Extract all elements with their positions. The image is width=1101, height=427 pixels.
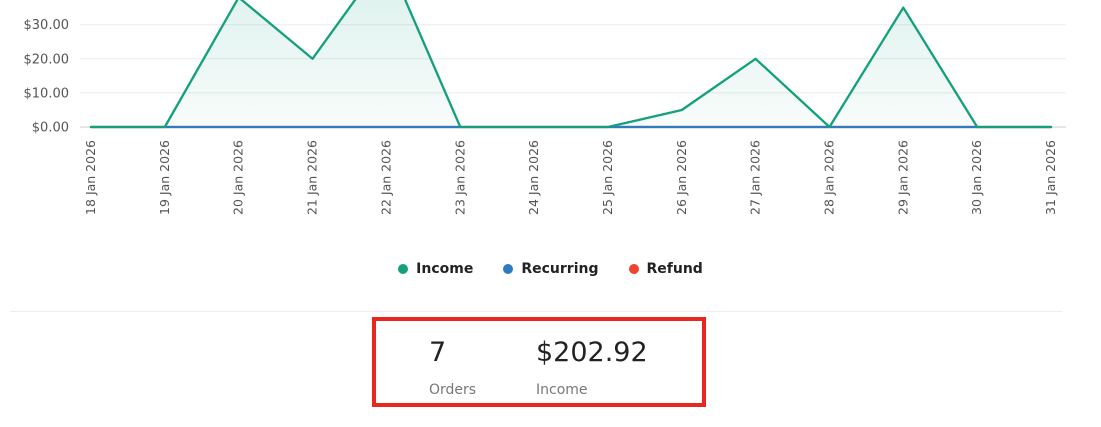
chart-legend: Income Recurring Refund bbox=[0, 261, 1101, 277]
refund-dot-icon bbox=[628, 264, 639, 274]
y-tick-label: $30.00 bbox=[24, 18, 70, 33]
divider bbox=[10, 311, 1063, 312]
income-stat: $202.92 Income bbox=[536, 339, 648, 398]
y-tick-label: $0.00 bbox=[32, 121, 69, 136]
x-tick-label: 31 Jan 2026 bbox=[1043, 140, 1058, 215]
y-tick-label: $10.00 bbox=[24, 86, 70, 101]
legend-label-recurring: Recurring bbox=[521, 261, 599, 277]
x-tick-label: 28 Jan 2026 bbox=[822, 140, 837, 215]
income-value: $202.92 bbox=[536, 337, 648, 368]
income-dot-icon bbox=[398, 264, 409, 274]
legend-label-refund: Refund bbox=[646, 261, 703, 277]
x-tick-label: 18 Jan 2026 bbox=[83, 140, 98, 215]
x-tick-label: 29 Jan 2026 bbox=[895, 140, 910, 215]
income-label: Income bbox=[536, 382, 588, 398]
x-tick-label: 27 Jan 2026 bbox=[748, 140, 763, 215]
chart-area: $0.00 $10.00 $20.00 $30.00 18 Jan 2026 19 Jan… bbox=[0, 0, 1101, 240]
legend-item-refund[interactable]: Refund bbox=[628, 261, 703, 277]
legend-label-income: Income bbox=[416, 261, 474, 277]
x-tick-label: 20 Jan 2026 bbox=[231, 140, 246, 215]
x-tick-label: 19 Jan 2026 bbox=[157, 140, 172, 215]
legend-item-recurring[interactable]: Recurring bbox=[503, 261, 599, 277]
x-tick-label: 23 Jan 2026 bbox=[452, 140, 467, 215]
orders-label: Orders bbox=[429, 382, 477, 398]
summary-highlight-box: 7 Orders $202.92 Income bbox=[372, 317, 706, 407]
x-tick-label: 22 Jan 2026 bbox=[378, 140, 393, 215]
income-area bbox=[91, 0, 1052, 127]
orders-value: 7 bbox=[429, 337, 447, 368]
x-tick-label: 26 Jan 2026 bbox=[674, 140, 689, 215]
recurring-dot-icon bbox=[503, 264, 514, 274]
x-tick-label: 30 Jan 2026 bbox=[969, 140, 984, 215]
legend-item-income[interactable]: Income bbox=[398, 261, 473, 277]
y-tick-label: $20.00 bbox=[24, 52, 70, 67]
x-tick-label: 21 Jan 2026 bbox=[305, 140, 320, 215]
x-tick-label: 24 Jan 2026 bbox=[526, 140, 541, 215]
orders-stat: 7 Orders bbox=[429, 339, 476, 398]
x-tick-label: 25 Jan 2026 bbox=[600, 140, 615, 215]
income-chart: $0.00 $10.00 $20.00 $30.00 18 Jan 2026 19 Jan… bbox=[24, 0, 1066, 215]
